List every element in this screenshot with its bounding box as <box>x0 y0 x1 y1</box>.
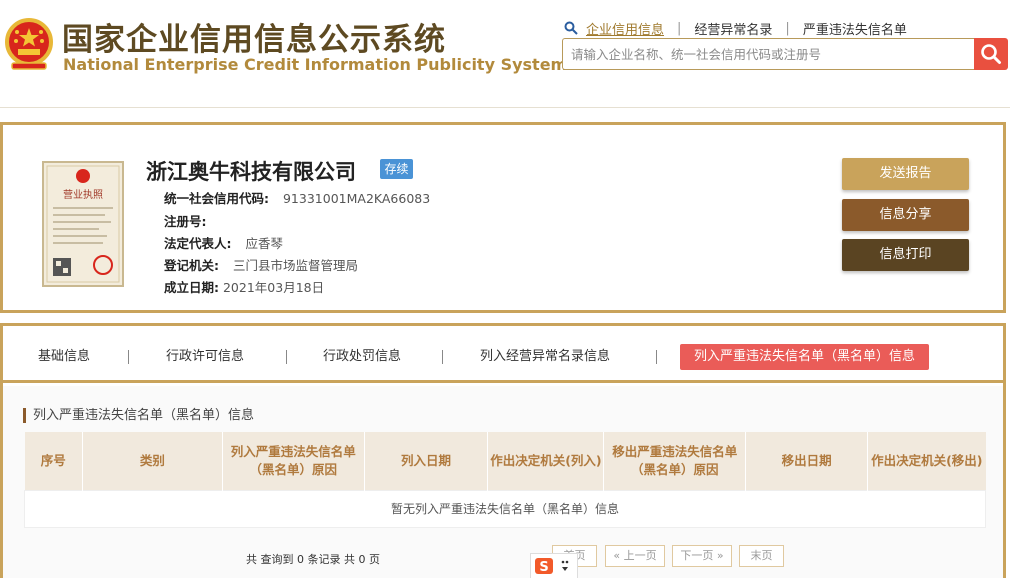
top-nav: 企业信用信息 | 经营异常名录 | 严重违法失信名单 <box>564 18 907 38</box>
send-report-button[interactable]: 发送报告 <box>842 158 969 190</box>
table-row: 暂无列入严重违法失信名单（黑名单）信息 <box>24 489 986 528</box>
col-list-reason: 列入严重违法失信名单（黑名单）原因 <box>222 432 365 490</box>
info-value: 应香琴 <box>245 236 283 251</box>
col-list-date: 列入日期 <box>364 432 489 490</box>
prev-page-button[interactable]: « 上一页 <box>605 545 665 567</box>
page: 国家企业信用信息公示系统 National Enterprise Credit … <box>0 0 1010 578</box>
col-category: 类别 <box>82 432 223 490</box>
info-reg-authority: 登记机关: 三门县市场监督管理局 <box>164 255 358 274</box>
search-input[interactable] <box>562 38 974 70</box>
tab-content: 列入严重违法失信名单（黑名单）信息 序号 类别 列入严重违法失信名单（黑名单）原… <box>3 386 1003 578</box>
info-label: 登记机关: <box>164 258 219 273</box>
nav-separator: | <box>677 20 682 36</box>
site-header: 国家企业信用信息公示系统 National Enterprise Credit … <box>0 0 1010 108</box>
business-license-icon: 营业执照 <box>42 161 124 287</box>
pagination-summary: 共 查询到 0 条记录 共 0 页 <box>246 553 380 566</box>
info-credit-code: 统一社会信用代码: 91331001MA2KA66083 <box>164 188 430 207</box>
next-page-button[interactable]: 下一页 » <box>672 545 732 567</box>
info-value: 2021年03月18日 <box>222 280 325 295</box>
license-label: 营业执照 <box>63 188 103 201</box>
nav-blacklist[interactable]: 严重违法失信名单 <box>803 19 907 38</box>
empty-message: 暂无列入严重违法失信名单（黑名单）信息 <box>24 489 986 528</box>
share-info-button[interactable]: 信息分享 <box>842 199 969 231</box>
status-badge: 存续 <box>380 159 413 179</box>
info-reg-number: 注册号: <box>164 211 207 230</box>
blacklist-table: 序号 类别 列入严重违法失信名单（黑名单）原因 列入日期 作出决定机关(列入) … <box>24 432 986 528</box>
last-page-button[interactable]: 末页 <box>739 545 784 567</box>
table-header-row: 序号 类别 列入严重违法失信名单（黑名单）原因 列入日期 作出决定机关(列入) … <box>24 432 986 490</box>
print-info-button[interactable]: 信息打印 <box>842 239 969 271</box>
info-value: 三门县市场监督管理局 <box>232 258 358 273</box>
tab-admin-license[interactable]: 行政许可信息 <box>166 344 244 370</box>
company-card: 营业执照 浙江奥牛科技有限公司 存续 统一社会信用代码: 91331001MA2… <box>0 122 1006 313</box>
tab-basic-info[interactable]: 基础信息 <box>38 344 90 370</box>
col-list-authority: 作出决定机关(列入) <box>487 432 605 490</box>
info-label: 统一社会信用代码: <box>164 191 269 206</box>
company-name: 浙江奥牛科技有限公司 <box>146 160 356 184</box>
tab-blacklist[interactable]: 列入严重违法失信名单（黑名单）信息 <box>680 344 930 370</box>
tab-abnormal-list[interactable]: 列入经营异常名录信息 <box>480 344 610 370</box>
ime-toolbar[interactable]: S <box>530 553 578 578</box>
tab-separator <box>128 350 129 364</box>
magnifier-icon <box>981 44 1001 64</box>
svg-text:S: S <box>539 560 548 575</box>
nav-enterprise-credit[interactable]: 企业信用信息 <box>586 19 664 38</box>
sogou-ime-icon: S <box>535 558 569 575</box>
search-button[interactable] <box>974 38 1008 70</box>
info-value: 91331001MA2KA66083 <box>282 191 431 206</box>
tab-panel: 基础信息 行政许可信息 行政处罚信息 列入经营异常名录信息 列入严重违法失信名单… <box>0 323 1006 578</box>
nav-separator: | <box>785 20 790 36</box>
info-label: 注册号: <box>164 214 207 229</box>
tab-separator <box>286 350 287 364</box>
info-legal-rep: 法定代表人: 应香琴 <box>164 233 283 252</box>
tab-separator <box>656 350 657 364</box>
tab-admin-penalty[interactable]: 行政处罚信息 <box>323 344 401 370</box>
tab-bar: 基础信息 行政许可信息 行政处罚信息 列入经营异常名录信息 列入严重违法失信名单… <box>3 326 1003 383</box>
col-remove-date: 移出日期 <box>745 432 869 490</box>
site-title: 国家企业信用信息公示系统 <box>62 22 446 58</box>
site-subtitle: National Enterprise Credit Information P… <box>63 55 568 74</box>
info-established: 成立日期: 2021年03月18日 <box>164 277 324 296</box>
col-index: 序号 <box>24 432 83 490</box>
col-remove-authority: 作出决定机关(移出) <box>867 432 986 490</box>
section-title: 列入严重违法失信名单（黑名单）信息 <box>23 408 254 423</box>
info-label: 法定代表人: <box>164 236 232 251</box>
info-label: 成立日期: <box>164 280 219 295</box>
national-emblem-icon <box>5 18 53 70</box>
tab-separator <box>442 350 443 364</box>
search-icon <box>564 21 578 35</box>
col-remove-reason: 移出严重违法失信名单（黑名单）原因 <box>603 432 747 490</box>
nav-abnormal-list[interactable]: 经营异常名录 <box>694 19 772 38</box>
